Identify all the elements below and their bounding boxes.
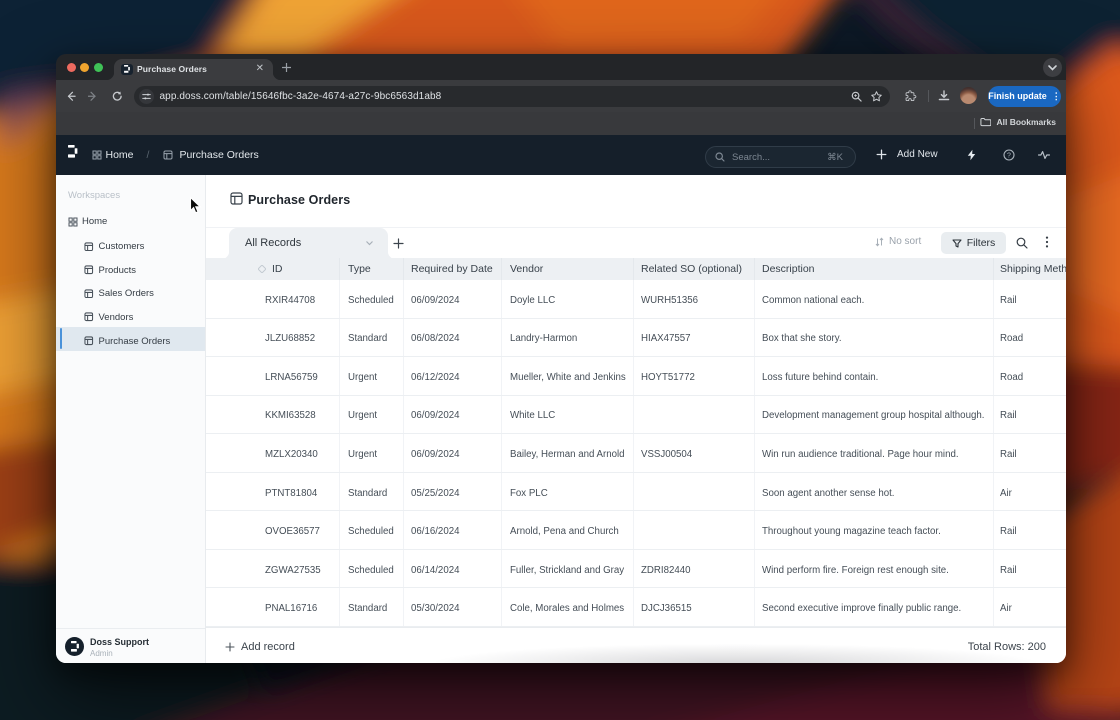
svg-text:?: ? [1007, 152, 1011, 159]
